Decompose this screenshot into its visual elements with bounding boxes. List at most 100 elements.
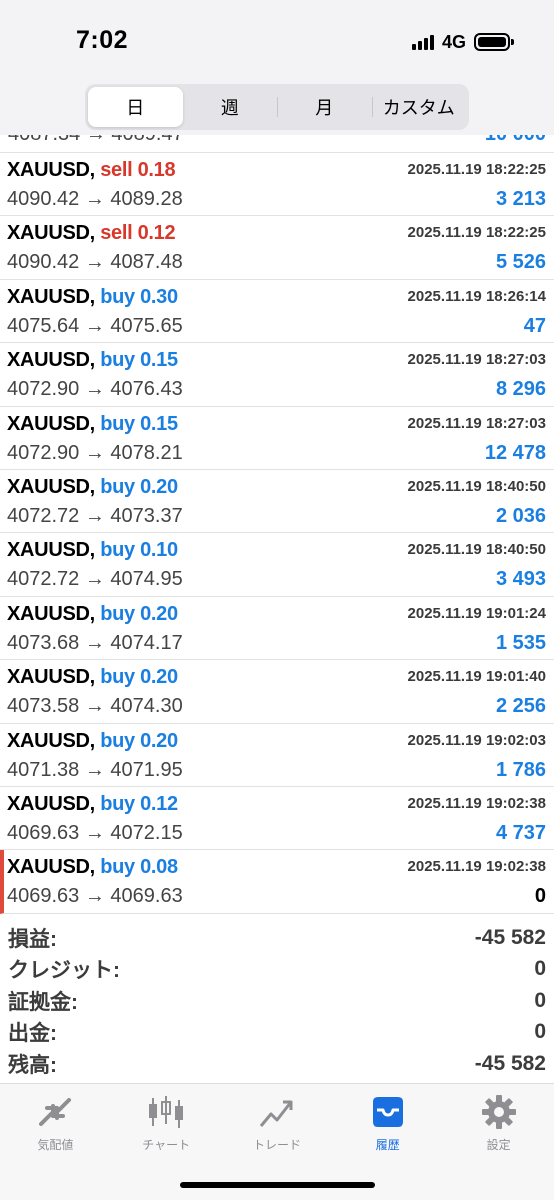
- trade-symbol-text: XAUUSD,: [7, 602, 95, 625]
- trade-side: buy 0.12: [100, 792, 178, 815]
- summary-value: 0: [534, 1020, 546, 1044]
- trade-side: buy 0.15: [100, 349, 178, 372]
- trade-symbol: XAUUSD, sell 0.12: [7, 222, 176, 245]
- bottom-tab-bar: 気配値 チャート トレード 履歴 設定: [0, 1083, 554, 1200]
- trade-time: 2025.11.19 18:27:03: [407, 351, 546, 369]
- trade-symbol-text: XAUUSD,: [7, 475, 95, 498]
- trade-row[interactable]: XAUUSD, buy 0.08 2025.11.19 19:02:38 4069.…: [0, 850, 554, 914]
- tab-label: 履歴: [375, 1138, 400, 1152]
- trade-time: 2025.11.19 18:40:50: [407, 477, 546, 495]
- trade-prices: 4071.38 → 4071.95: [7, 758, 183, 781]
- list-item[interactable]: 4087.34 → 4089.47 10 000: [0, 135, 554, 153]
- trade-prices: 4069.63 → 4069.63: [7, 885, 183, 908]
- trade-symbol-text: XAUUSD,: [7, 222, 95, 245]
- trade-row[interactable]: XAUUSD, buy 0.20 2025.11.19 19:01:40 4073.…: [0, 660, 554, 724]
- trade-row[interactable]: XAUUSD, sell 0.12 2025.11.19 18:22:25 4090…: [0, 216, 554, 280]
- trade-row[interactable]: XAUUSD, buy 0.20 2025.11.19 19:02:03 4071.…: [0, 724, 554, 787]
- trade-prices: 4072.90 → 4078.21: [7, 441, 183, 464]
- summary-value: -45 582: [474, 1051, 546, 1075]
- segment-custom[interactable]: カスタム: [371, 87, 467, 127]
- trade-prices: 4072.72 → 4073.37: [7, 504, 183, 527]
- trade-side: buy 0.20: [100, 602, 178, 625]
- trade-symbol-text: XAUUSD,: [7, 349, 95, 372]
- tab-label: 設定: [486, 1138, 511, 1152]
- segment-week[interactable]: 週: [183, 87, 278, 127]
- trade-profit: 5 526: [495, 251, 546, 274]
- trade-profit: 2 256: [495, 695, 546, 718]
- quotes-icon: [39, 1098, 72, 1126]
- period-segmented-control: 日 週 月 カスタム: [85, 84, 469, 130]
- trade-prices: 4090.42 → 4089.28: [7, 188, 183, 210]
- trade-history-list[interactable]: 4087.34 → 4089.47 10 000 XAUUSD, sell 0.…: [0, 135, 554, 914]
- trade-symbol-text: XAUUSD,: [7, 285, 95, 308]
- trade-prices: 4072.72 → 4074.95: [7, 568, 183, 591]
- trade-symbol: XAUUSD, buy 0.20: [7, 476, 178, 499]
- trade-time: 2025.11.19 18:40:50: [407, 541, 546, 559]
- trade-icon: [259, 1100, 293, 1127]
- summary-profit-row: 損益: -45 582: [0, 922, 554, 954]
- trade-row[interactable]: XAUUSD, buy 0.20 2025.11.19 19:01:24 4073.…: [0, 597, 554, 661]
- tab-label: 気配値: [37, 1138, 74, 1152]
- trade-prices: 4072.90 → 4076.43: [7, 378, 183, 401]
- trade-row[interactable]: XAUUSD, buy 0.12 2025.11.19 19:02:38 4069.…: [0, 787, 554, 851]
- summary-label: 残高:: [8, 1053, 57, 1077]
- trade-profit: 47: [523, 314, 546, 337]
- trade-symbol-text: XAUUSD,: [7, 159, 95, 181]
- trade-symbol: XAUUSD, buy 0.30: [7, 286, 178, 309]
- trade-time: 2025.11.19 19:02:03: [407, 731, 546, 749]
- top-bar: 7:02 4G 日 週 月 カスタム: [0, 0, 554, 135]
- trade-symbol: XAUUSD, buy 0.15: [7, 413, 178, 436]
- trade-symbol: XAUUSD, buy 0.20: [7, 603, 178, 626]
- trade-row[interactable]: XAUUSD, buy 0.15 2025.11.19 18:27:03 4072.…: [0, 407, 554, 470]
- trade-profit: 12 478: [484, 441, 546, 464]
- trade-row[interactable]: XAUUSD, sell 0.18 2025.11.19 18:22:25 4090…: [0, 153, 554, 217]
- tab-quotes[interactable]: 気配値: [0, 1084, 111, 1158]
- trade-profit: 1 535: [495, 631, 546, 654]
- tab-chart[interactable]: チャート: [111, 1084, 222, 1158]
- trade-symbol: XAUUSD, buy 0.20: [7, 730, 178, 753]
- trade-time: 2025.11.19 18:22:25: [407, 161, 546, 178]
- trade-symbol-text: XAUUSD,: [7, 539, 95, 562]
- summary-label: クレジット:: [8, 959, 120, 983]
- battery-icon: [474, 33, 514, 51]
- status-indicators: 4G: [411, 30, 514, 54]
- trade-side: buy 0.08: [100, 856, 178, 879]
- tab-label: トレード: [252, 1138, 301, 1152]
- trade-symbol-text: XAUUSD,: [7, 729, 95, 752]
- summary-value: -45 582: [474, 925, 546, 949]
- trade-profit: 8 296: [495, 378, 546, 401]
- status-time: 7:02: [76, 26, 129, 54]
- trade-row[interactable]: XAUUSD, buy 0.10 2025.11.19 18:40:50 4072.…: [0, 533, 554, 597]
- summary-label: 損益:: [8, 927, 57, 951]
- trade-side: buy 0.10: [100, 539, 178, 562]
- signal-icon: [411, 34, 434, 50]
- trade-symbol: XAUUSD, buy 0.12: [7, 793, 178, 816]
- trade-row[interactable]: XAUUSD, buy 0.15 2025.11.19 18:27:03 4072.…: [0, 343, 554, 407]
- trade-prices: 4073.58 → 4074.30: [7, 695, 183, 718]
- trade-profit: 0: [534, 885, 546, 908]
- trade-row[interactable]: XAUUSD, buy 0.30 2025.11.19 18:26:14 4075.…: [0, 280, 554, 344]
- trade-symbol: XAUUSD, buy 0.08: [7, 856, 178, 879]
- segment-month[interactable]: 月: [277, 87, 372, 127]
- summary-withdrawal-row: 出金: 0: [0, 1017, 554, 1049]
- segment-day[interactable]: 日: [88, 87, 183, 127]
- trade-profit: 3 213: [495, 188, 546, 210]
- trade-side: buy 0.30: [100, 285, 178, 308]
- tab-trade[interactable]: トレード: [222, 1084, 333, 1158]
- chart-icon: [149, 1096, 184, 1128]
- trade-profit: 1 786: [495, 758, 546, 781]
- tab-settings[interactable]: 設定: [443, 1084, 554, 1158]
- trade-symbol: XAUUSD, buy 0.15: [7, 349, 178, 372]
- trade-symbol-text: XAUUSD,: [7, 412, 95, 435]
- trade-side: buy 0.15: [100, 412, 178, 435]
- trade-row[interactable]: XAUUSD, buy 0.20 2025.11.19 18:40:50 4072.…: [0, 470, 554, 534]
- tab-history[interactable]: 履歴: [332, 1084, 443, 1158]
- trade-prices: 4087.34 → 4089.47: [8, 135, 184, 146]
- summary-value: 0: [534, 988, 546, 1012]
- trade-side: sell 0.18: [100, 159, 176, 181]
- trade-side: sell 0.12: [100, 222, 176, 245]
- trade-prices: 4075.64 → 4075.65: [7, 314, 183, 337]
- history-icon: [372, 1097, 403, 1127]
- trade-profit: 4 737: [495, 821, 546, 844]
- trade-side: buy 0.20: [100, 666, 178, 689]
